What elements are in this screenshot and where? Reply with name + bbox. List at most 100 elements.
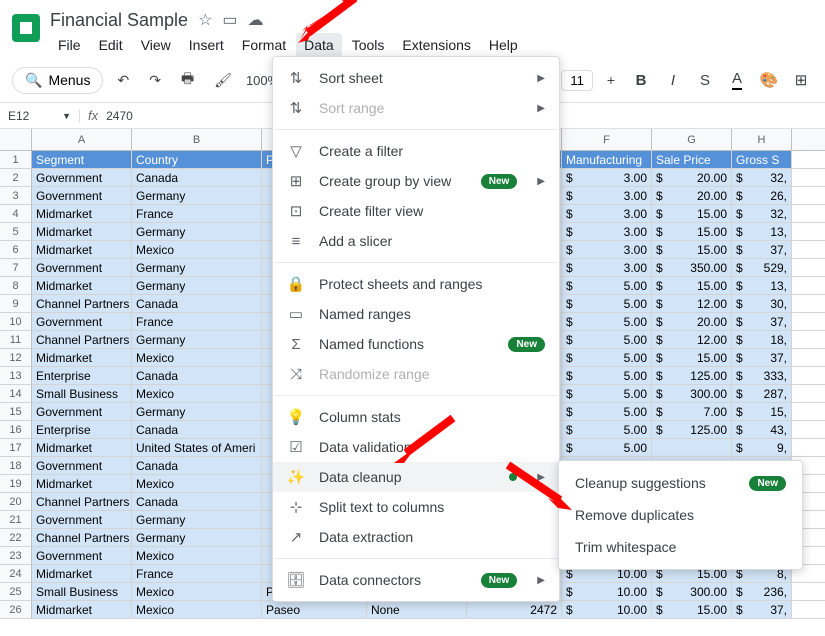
data-cell[interactable]: $3.00 xyxy=(562,241,652,258)
row-header[interactable]: 4 xyxy=(0,205,32,222)
data-cell[interactable]: $529, xyxy=(732,259,792,276)
menu-view[interactable]: View xyxy=(133,33,179,57)
data-cell[interactable]: Enterprise xyxy=(32,367,132,384)
data-cell[interactable]: Government xyxy=(32,259,132,276)
menu-protect[interactable]: 🔒Protect sheets and ranges xyxy=(273,269,559,299)
cloud-icon[interactable]: ☁ xyxy=(248,10,264,30)
menu-named-ranges[interactable]: ▭Named ranges xyxy=(273,299,559,329)
col-header[interactable]: F xyxy=(562,129,652,150)
header-cell[interactable]: Country xyxy=(132,151,262,168)
row-header[interactable]: 3 xyxy=(0,187,32,204)
data-cell[interactable]: Government xyxy=(32,169,132,186)
data-cell[interactable]: $125.00 xyxy=(652,367,732,384)
menu-sort-sheet[interactable]: ⇅Sort sheet▶ xyxy=(273,63,559,93)
data-cell[interactable]: Mexico xyxy=(132,583,262,600)
data-cell[interactable]: None xyxy=(367,601,467,618)
data-cell[interactable]: $5.00 xyxy=(562,349,652,366)
data-cell[interactable]: $10.00 xyxy=(562,583,652,600)
header-cell[interactable]: Gross S xyxy=(732,151,792,168)
data-cell[interactable]: Midmarket xyxy=(32,205,132,222)
data-cell[interactable]: $12.00 xyxy=(652,331,732,348)
data-cell[interactable]: $236, xyxy=(732,583,792,600)
data-cell[interactable]: Germany xyxy=(132,331,262,348)
row-header[interactable]: 19 xyxy=(0,475,32,492)
menu-data-connectors[interactable]: 🗄Data connectorsNew▶ xyxy=(273,565,559,595)
col-header[interactable]: G xyxy=(652,129,732,150)
data-cell[interactable]: Germany xyxy=(132,403,262,420)
data-cell[interactable]: Canada xyxy=(132,169,262,186)
row-header[interactable]: 2 xyxy=(0,169,32,186)
data-cell[interactable]: $18, xyxy=(732,331,792,348)
data-cell[interactable]: France xyxy=(132,565,262,582)
menu-named-functions[interactable]: ΣNamed functionsNew xyxy=(273,329,559,359)
data-cell[interactable]: $15.00 xyxy=(652,277,732,294)
data-cell[interactable]: France xyxy=(132,205,262,222)
redo-button[interactable]: ↷ xyxy=(143,68,167,93)
italic-button[interactable]: I xyxy=(661,68,685,92)
font-size-increase[interactable]: + xyxy=(601,68,621,92)
data-cell[interactable]: Canada xyxy=(132,493,262,510)
menu-create-filter-view[interactable]: ⊡Create filter view xyxy=(273,196,559,226)
row-header[interactable]: 1 xyxy=(0,151,32,168)
submenu-trim-whitespace[interactable]: Trim whitespace xyxy=(559,531,802,563)
data-cell[interactable]: $3.00 xyxy=(562,187,652,204)
name-box[interactable]: E12 ▼ xyxy=(0,109,80,123)
data-cell[interactable]: $300.00 xyxy=(652,583,732,600)
row-header[interactable]: 7 xyxy=(0,259,32,276)
data-cell[interactable]: Midmarket xyxy=(32,277,132,294)
data-cell[interactable]: $32, xyxy=(732,169,792,186)
data-cell[interactable]: $5.00 xyxy=(562,277,652,294)
data-cell[interactable]: Midmarket xyxy=(32,601,132,618)
data-cell[interactable]: Canada xyxy=(132,295,262,312)
data-cell[interactable]: Government xyxy=(32,403,132,420)
row-header[interactable]: 12 xyxy=(0,349,32,366)
data-cell[interactable]: Channel Partners xyxy=(32,295,132,312)
data-cell[interactable]: Midmarket xyxy=(32,439,132,456)
menu-data[interactable]: Data xyxy=(296,33,342,57)
row-header[interactable]: 13 xyxy=(0,367,32,384)
data-cell[interactable]: Mexico xyxy=(132,349,262,366)
data-cell[interactable] xyxy=(652,439,732,456)
data-cell[interactable]: $15.00 xyxy=(652,601,732,618)
row-header[interactable]: 10 xyxy=(0,313,32,330)
row-header[interactable]: 16 xyxy=(0,421,32,438)
data-cell[interactable]: $10.00 xyxy=(562,601,652,618)
data-cell[interactable]: Germany xyxy=(132,529,262,546)
data-cell[interactable]: Government xyxy=(32,313,132,330)
row-header[interactable]: 5 xyxy=(0,223,32,240)
data-cell[interactable]: Midmarket xyxy=(32,565,132,582)
data-cell[interactable]: $3.00 xyxy=(562,205,652,222)
data-cell[interactable]: Government xyxy=(32,511,132,528)
data-cell[interactable]: Canada xyxy=(132,421,262,438)
menu-extensions[interactable]: Extensions xyxy=(394,33,478,57)
menu-file[interactable]: File xyxy=(50,33,89,57)
submenu-remove-duplicates[interactable]: Remove duplicates xyxy=(559,499,802,531)
data-cell[interactable]: France xyxy=(132,313,262,330)
data-cell[interactable]: $15, xyxy=(732,403,792,420)
row-header[interactable]: 18 xyxy=(0,457,32,474)
data-cell[interactable]: $12.00 xyxy=(652,295,732,312)
data-cell[interactable]: $125.00 xyxy=(652,421,732,438)
data-cell[interactable]: Midmarket xyxy=(32,349,132,366)
undo-button[interactable]: ↶ xyxy=(111,68,135,93)
print-button[interactable]: 🖶 xyxy=(175,64,200,96)
data-cell[interactable]: Midmarket xyxy=(32,241,132,258)
data-cell[interactable]: $5.00 xyxy=(562,421,652,438)
data-cell[interactable]: $5.00 xyxy=(562,367,652,384)
row-header[interactable]: 20 xyxy=(0,493,32,510)
data-cell[interactable]: Midmarket xyxy=(32,475,132,492)
borders-button[interactable]: ⊞ xyxy=(789,68,813,92)
data-cell[interactable]: $3.00 xyxy=(562,223,652,240)
data-cell[interactable]: $37, xyxy=(732,601,792,618)
row-header[interactable]: 25 xyxy=(0,583,32,600)
data-cell[interactable]: 2472 xyxy=(467,601,562,618)
menu-insert[interactable]: Insert xyxy=(181,33,232,57)
data-cell[interactable]: Government xyxy=(32,547,132,564)
fill-color-button[interactable]: 🎨 xyxy=(757,68,781,92)
data-cell[interactable]: $3.00 xyxy=(562,259,652,276)
font-size-input[interactable]: 11 xyxy=(561,70,593,91)
data-cell[interactable]: Small Business xyxy=(32,385,132,402)
document-title[interactable]: Financial Sample xyxy=(50,10,188,31)
data-cell[interactable]: $13, xyxy=(732,277,792,294)
data-cell[interactable]: Mexico xyxy=(132,601,262,618)
